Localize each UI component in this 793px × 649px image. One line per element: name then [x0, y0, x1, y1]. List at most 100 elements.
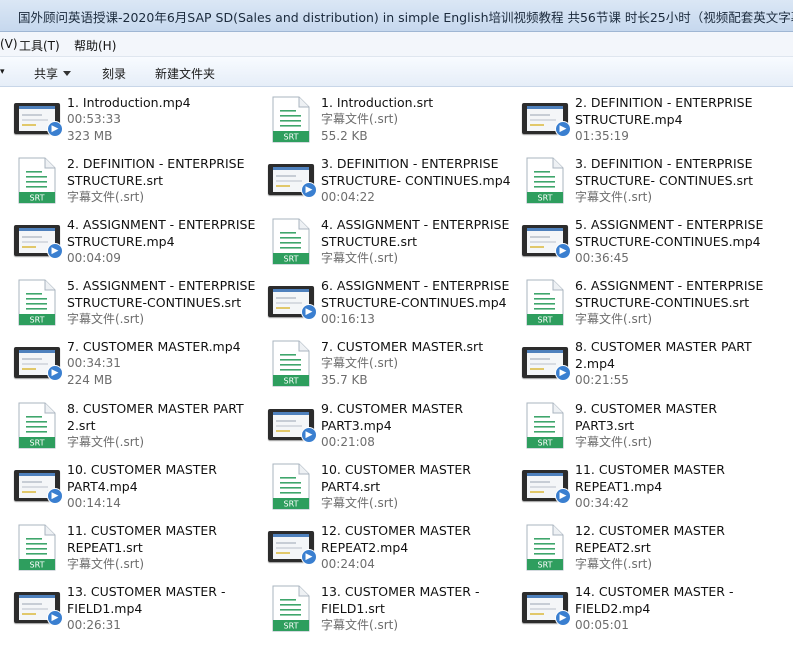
file-detail-1: 00:21:08	[321, 435, 375, 449]
file-detail-2: 224 MB	[67, 373, 113, 387]
file-text: 6. ASSIGNMENT - ENTERPRISE STRUCTURE-CON…	[575, 277, 775, 328]
file-detail-1: 字幕文件(.srt)	[575, 312, 653, 326]
video-file-item[interactable]: ▶ 11. CUSTOMER MASTER REPEAT1.mp4 00:34:42	[522, 461, 772, 519]
video-file-item[interactable]: ▶ 4. ASSIGNMENT - ENTERPRISE STRUCTURE.mp…	[14, 216, 264, 274]
video-thumbnail-icon: ▶	[522, 103, 571, 137]
video-file-item[interactable]: ▶ 6. ASSIGNMENT - ENTERPRISE STRUCTURE-CO…	[268, 277, 518, 335]
subtitle-file-item[interactable]: SRT 10. CUSTOMER MASTER PART4.srt 字幕文件(.sr…	[268, 461, 518, 519]
subtitle-file-item[interactable]: SRT 1. Introduction.srt 字幕文件(.srt) 55.2 KB	[268, 94, 518, 152]
video-file-item[interactable]: ▶ 7. CUSTOMER MASTER.mp4 00:34:31 224 MB	[14, 338, 264, 396]
video-thumbnail-icon: ▶	[522, 225, 571, 259]
file-text: 4. ASSIGNMENT - ENTERPRISE STRUCTURE.mp4…	[67, 216, 267, 267]
video-file-item[interactable]: ▶ 5. ASSIGNMENT - ENTERPRISE STRUCTURE-CO…	[522, 216, 772, 274]
share-button[interactable]: 共享	[34, 65, 72, 82]
video-thumbnail-icon: ▶	[14, 592, 63, 626]
file-detail-1: 字幕文件(.srt)	[67, 312, 145, 326]
srt-file-icon: SRT	[18, 279, 56, 326]
file-text: 1. Introduction.mp4 00:53:33 323 MB	[67, 94, 267, 145]
file-name: 7. CUSTOMER MASTER.mp4	[67, 339, 241, 354]
subtitle-file-item[interactable]: SRT 2. DEFINITION - ENTERPRISE STRUCTURE.…	[14, 155, 264, 213]
srt-file-icon: SRT	[526, 279, 564, 326]
srt-badge-label: SRT	[30, 316, 45, 325]
srt-badge-label: SRT	[284, 622, 299, 631]
file-name: 8. CUSTOMER MASTER PART 2.srt	[67, 401, 244, 433]
video-file-item[interactable]: ▶ 3. DEFINITION - ENTERPRISE STRUCTURE- C…	[268, 155, 518, 213]
file-text: 9. CUSTOMER MASTER PART3.srt 字幕文件(.srt)	[575, 400, 775, 451]
video-file-item[interactable]: ▶ 2. DEFINITION - ENTERPRISE STRUCTURE.mp…	[522, 94, 772, 152]
file-text: 13. CUSTOMER MASTER -FIELD1.srt 字幕文件(.srt…	[321, 583, 521, 634]
file-detail-1: 00:24:04	[321, 557, 375, 571]
media-player-badge-icon: ▶	[301, 427, 317, 443]
file-detail-1: 00:04:09	[67, 251, 121, 265]
subtitle-file-item[interactable]: SRT 12. CUSTOMER MASTER REPEAT2.srt 字幕文件(.…	[522, 522, 772, 580]
video-thumbnail-icon: ▶	[14, 103, 63, 137]
srt-badge-label: SRT	[284, 377, 299, 386]
file-name: 3. DEFINITION - ENTERPRISE STRUCTURE- CO…	[575, 156, 754, 188]
video-thumbnail-icon: ▶	[268, 531, 317, 565]
media-player-badge-icon: ▶	[301, 549, 317, 565]
video-thumbnail-icon: ▶	[522, 470, 571, 504]
file-detail-1: 字幕文件(.srt)	[321, 251, 399, 265]
file-detail-1: 00:26:31	[67, 618, 121, 632]
file-text: 6. ASSIGNMENT - ENTERPRISE STRUCTURE-CON…	[321, 277, 521, 328]
window-title: 国外顾问英语授课-2020年6月SAP SD(Sales and distrib…	[18, 10, 793, 25]
subtitle-file-item[interactable]: SRT 7. CUSTOMER MASTER.srt 字幕文件(.srt) 35.7 …	[268, 338, 518, 396]
menu-help[interactable]: 帮助(H)	[74, 37, 116, 54]
video-thumbnail-icon: ▶	[522, 347, 571, 381]
srt-file-icon: SRT	[18, 157, 56, 204]
srt-file-icon: SRT	[526, 524, 564, 571]
subtitle-file-item[interactable]: SRT 4. ASSIGNMENT - ENTERPRISE STRUCTURE.…	[268, 216, 518, 274]
file-name: 11. CUSTOMER MASTER REPEAT1.srt	[67, 523, 217, 555]
file-name: 12. CUSTOMER MASTER REPEAT2.srt	[575, 523, 725, 555]
video-thumbnail-icon: ▶	[14, 347, 63, 381]
subtitle-file-item[interactable]: SRT 5. ASSIGNMENT - ENTERPRISE STRUCTURE-…	[14, 277, 264, 335]
file-detail-1: 00:34:42	[575, 496, 629, 510]
subtitle-file-item[interactable]: SRT 11. CUSTOMER MASTER REPEAT1.srt 字幕文件(.…	[14, 522, 264, 580]
file-detail-1: 00:16:13	[321, 312, 375, 326]
video-file-item[interactable]: ▶ 12. CUSTOMER MASTER REPEAT2.mp4 00:24:04	[268, 522, 518, 580]
toolbar-overflow-chevron-icon[interactable]: ▾	[0, 67, 5, 77]
file-name: 4. ASSIGNMENT - ENTERPRISE STRUCTURE.mp4	[67, 217, 256, 249]
media-player-badge-icon: ▶	[47, 488, 63, 504]
srt-file-icon: SRT	[18, 524, 56, 571]
file-text: 13. CUSTOMER MASTER -FIELD1.mp4 00:26:31	[67, 583, 267, 634]
subtitle-file-item[interactable]: SRT 13. CUSTOMER MASTER -FIELD1.srt 字幕文件(.…	[268, 583, 518, 641]
file-detail-2: 323 MB	[67, 129, 113, 143]
video-file-item[interactable]: ▶ 14. CUSTOMER MASTER -FIELD2.mp4 00:05:01	[522, 583, 772, 641]
subtitle-file-item[interactable]: SRT 6. ASSIGNMENT - ENTERPRISE STRUCTURE-…	[522, 277, 772, 335]
video-file-item[interactable]: ▶ 13. CUSTOMER MASTER -FIELD1.mp4 00:26:31	[14, 583, 264, 641]
srt-badge-label: SRT	[538, 439, 553, 448]
menu-view[interactable]: (V)	[0, 37, 18, 51]
video-file-item[interactable]: ▶ 8. CUSTOMER MASTER PART 2.mp4 00:21:55	[522, 338, 772, 396]
file-name: 13. CUSTOMER MASTER -FIELD1.mp4	[67, 584, 226, 616]
file-name: 9. CUSTOMER MASTER PART3.mp4	[321, 401, 464, 433]
file-name: 6. ASSIGNMENT - ENTERPRISE STRUCTURE-CON…	[321, 278, 510, 310]
menu-tools[interactable]: 工具(T)	[19, 37, 60, 54]
video-file-item[interactable]: ▶ 9. CUSTOMER MASTER PART3.mp4 00:21:08	[268, 400, 518, 458]
srt-badge-label: SRT	[284, 255, 299, 264]
file-text: 8. CUSTOMER MASTER PART 2.srt 字幕文件(.srt)	[67, 400, 267, 451]
srt-file-icon: SRT	[18, 402, 56, 449]
file-detail-1: 字幕文件(.srt)	[321, 496, 399, 510]
srt-file-icon: SRT	[272, 463, 310, 510]
file-detail-1: 01:35:19	[575, 129, 629, 143]
subtitle-file-item[interactable]: SRT 9. CUSTOMER MASTER PART3.srt 字幕文件(.srt…	[522, 400, 772, 458]
media-player-badge-icon: ▶	[47, 243, 63, 259]
srt-badge-label: SRT	[30, 194, 45, 203]
video-thumbnail-icon: ▶	[268, 409, 317, 443]
burn-button[interactable]: 刻录	[102, 65, 126, 82]
video-thumbnail-icon: ▶	[268, 286, 317, 320]
srt-file-icon: SRT	[526, 402, 564, 449]
file-detail-1: 字幕文件(.srt)	[321, 618, 399, 632]
subtitle-file-item[interactable]: SRT 3. DEFINITION - ENTERPRISE STRUCTURE-…	[522, 155, 772, 213]
media-player-badge-icon: ▶	[47, 121, 63, 137]
new-folder-button[interactable]: 新建文件夹	[155, 65, 215, 82]
file-name: 11. CUSTOMER MASTER REPEAT1.mp4	[575, 462, 725, 494]
subtitle-file-item[interactable]: SRT 8. CUSTOMER MASTER PART 2.srt 字幕文件(.sr…	[14, 400, 264, 458]
srt-badge-label: SRT	[30, 561, 45, 570]
file-detail-1: 00:14:14	[67, 496, 121, 510]
video-file-item[interactable]: ▶ 1. Introduction.mp4 00:53:33 323 MB	[14, 94, 264, 152]
video-file-item[interactable]: ▶ 10. CUSTOMER MASTER PART4.mp4 00:14:14	[14, 461, 264, 519]
video-thumbnail-icon: ▶	[268, 164, 317, 198]
command-bar: ▾ 共享 刻录 新建文件夹	[0, 57, 793, 87]
